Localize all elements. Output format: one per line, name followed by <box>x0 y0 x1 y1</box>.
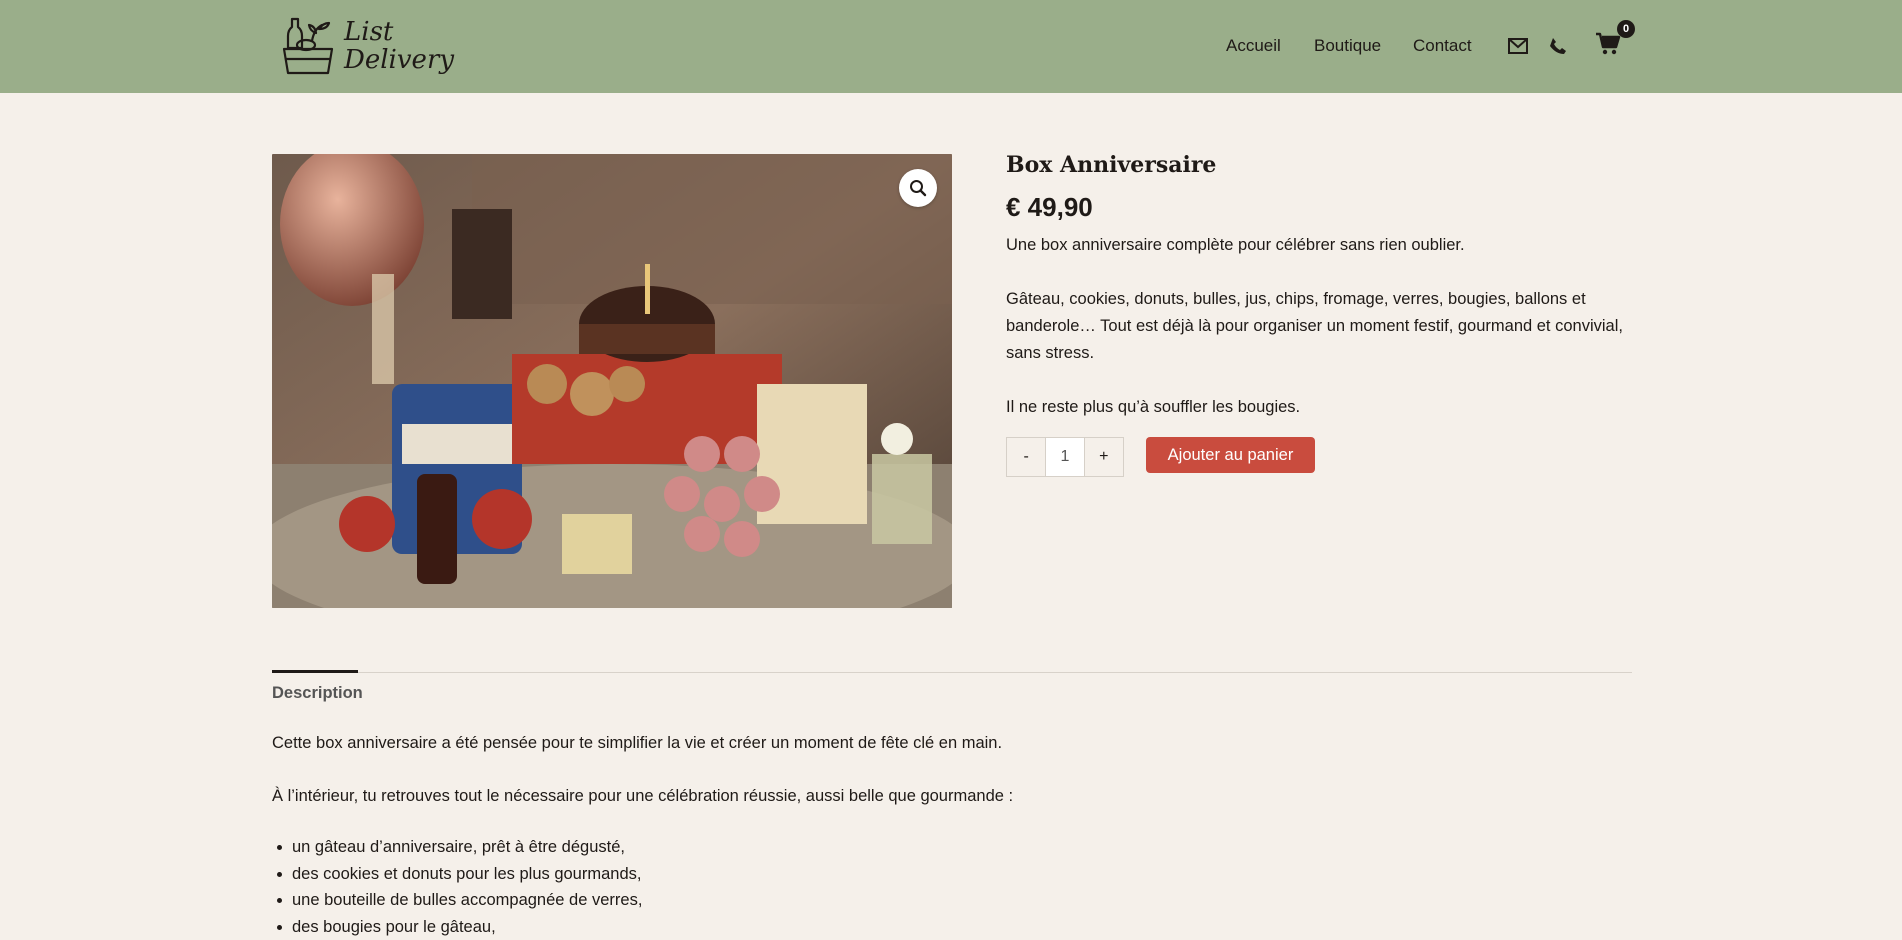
list-item: des cookies et donuts pour les plus gour… <box>272 861 642 888</box>
description-inside: À l’intérieur, tu retrouves tout le néce… <box>272 787 1014 805</box>
nav-boutique[interactable]: Boutique <box>1314 36 1381 56</box>
magnifier-icon <box>910 180 927 197</box>
description-list: un gâteau d’anniversaire, prêt à être dé… <box>272 834 642 940</box>
list-item: un gâteau d’anniversaire, prêt à être dé… <box>272 834 642 861</box>
envelope-icon[interactable] <box>1508 38 1528 54</box>
short-description: Une box anniversaire complète pour céléb… <box>1006 236 1465 254</box>
product-photo <box>272 154 952 608</box>
quantity-input[interactable]: 1 <box>1045 438 1085 476</box>
active-tab-indicator <box>272 670 358 673</box>
closing-text: Il ne reste plus qu’à souffler les bougi… <box>1006 398 1301 416</box>
list-item: une bouteille de bulles accompagnée de v… <box>272 887 642 914</box>
product-image[interactable] <box>272 154 952 608</box>
nav-contact[interactable]: Contact <box>1413 36 1472 56</box>
logo-line-1: List <box>344 17 394 47</box>
nav-accueil[interactable]: Accueil <box>1226 36 1281 56</box>
site-logo[interactable]: List Delivery <box>280 14 455 78</box>
add-to-cart-button[interactable]: Ajouter au panier <box>1146 437 1315 473</box>
cart-icon[interactable] <box>1595 32 1621 56</box>
list-item: des bougies pour le gâteau, <box>272 914 642 940</box>
quantity-stepper: - 1 + <box>1006 437 1124 477</box>
zoom-button[interactable] <box>899 169 937 207</box>
quantity-minus-button[interactable]: - <box>1007 438 1045 476</box>
basket-logo-icon <box>282 17 334 75</box>
tabs-divider <box>272 672 1632 673</box>
logo-text: List Delivery <box>344 18 454 74</box>
tab-description[interactable]: Description <box>272 684 363 703</box>
cart-count-badge: 0 <box>1617 20 1635 38</box>
logo-line-2: Delivery <box>344 45 455 75</box>
quantity-plus-button[interactable]: + <box>1085 438 1123 476</box>
product-details: Gâteau, cookies, donuts, bulles, jus, ch… <box>1006 290 1623 362</box>
product-price: € 49,90 <box>1006 192 1093 222</box>
description-intro: Cette box anniversaire a été pensée pour… <box>272 734 1003 752</box>
phone-icon[interactable] <box>1549 37 1567 55</box>
site-header: List Delivery Accueil Boutique Contact 0 <box>0 0 1902 93</box>
product-title: Box Anniversaire <box>1006 152 1217 178</box>
